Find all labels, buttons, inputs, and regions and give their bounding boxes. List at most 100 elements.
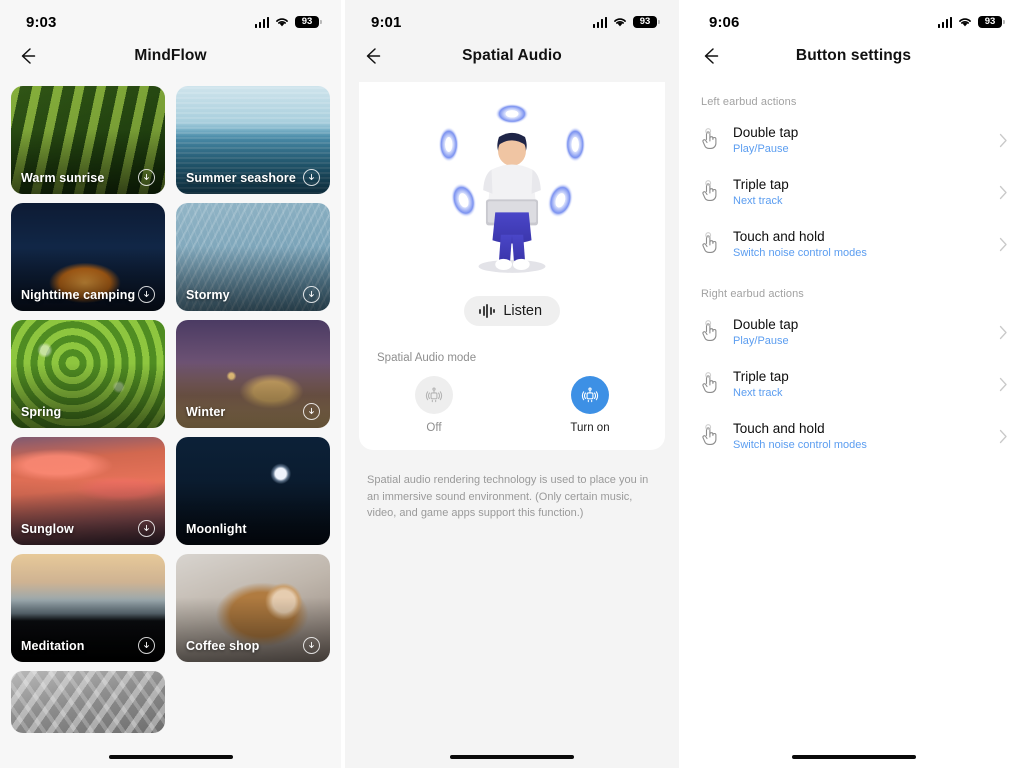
status-bar: 9:01 93 — [345, 0, 679, 34]
tile-label: Winter — [186, 405, 226, 419]
chevron-right-icon[interactable] — [999, 377, 1008, 392]
spatial-audio-on-icon — [571, 376, 609, 414]
download-icon[interactable] — [138, 169, 155, 186]
status-indicators: 93 — [592, 15, 660, 29]
row-value: Switch noise control modes — [733, 247, 867, 259]
earbud-action-row[interactable]: Touch and hold Switch noise control modes — [683, 410, 1024, 462]
screen-button-settings: 9:06 93 Button settings Left earbud acti… — [683, 0, 1024, 768]
row-text: Triple tap Next track — [733, 369, 987, 399]
sound-tile[interactable]: Sunglow — [11, 437, 165, 545]
row-title: Triple tap — [733, 177, 789, 192]
screen-mindflow: 9:03 93 MindFlow Warm sunrise Summer seas… — [0, 0, 341, 768]
home-indicator — [791, 755, 916, 759]
row-title: Double tap — [733, 125, 799, 140]
earbud-settings-list: Left earbud actions Double tap Play/Pause T… — [683, 78, 1024, 462]
nav-bar: Button settings — [683, 34, 1024, 78]
listen-button[interactable]: Listen — [463, 296, 561, 326]
chevron-right-icon[interactable] — [999, 325, 1008, 340]
earbud-action-row[interactable]: Double tap Play/Pause — [683, 114, 1024, 166]
sound-tile[interactable]: Nighttime camping — [11, 203, 165, 311]
section-heading: Left earbud actions — [701, 96, 797, 108]
download-icon[interactable] — [303, 637, 320, 654]
status-indicators: 93 — [937, 15, 1005, 29]
status-clock: 9:06 — [709, 13, 740, 31]
row-text: Double tap Play/Pause — [733, 317, 987, 347]
back-arrow-icon[interactable] — [361, 45, 383, 67]
tile-label: Moonlight — [186, 522, 247, 536]
earbud-action-row[interactable]: Double tap Play/Pause — [683, 306, 1024, 358]
row-text: Touch and hold Switch noise control modes — [733, 421, 987, 451]
chevron-right-icon[interactable] — [999, 185, 1008, 200]
row-text: Triple tap Next track — [733, 177, 987, 207]
spatial-audio-mode-options: Off Turn on — [359, 364, 665, 434]
sound-tile[interactable]: Coffee shop — [176, 554, 330, 662]
row-text: Touch and hold Switch noise control modes — [733, 229, 987, 259]
touch-hold-gesture-icon — [699, 423, 721, 449]
download-icon[interactable] — [303, 286, 320, 303]
tap-gesture-icon — [699, 127, 721, 153]
triple-tap-gesture-icon — [699, 179, 721, 205]
spatial-audio-mode-label: Spatial Audio mode — [377, 352, 477, 364]
download-icon[interactable] — [303, 403, 320, 420]
chevron-right-icon[interactable] — [999, 429, 1008, 444]
tile-label: Nighttime camping — [21, 288, 136, 302]
sound-tile-grid: Warm sunrise Summer seashore Nighttime cam… — [0, 78, 341, 733]
sound-tile[interactable]: Winter — [176, 320, 330, 428]
row-value: Switch noise control modes — [733, 439, 867, 451]
sound-tile[interactable]: Stormy — [176, 203, 330, 311]
sound-tile[interactable] — [11, 671, 165, 733]
row-value: Next track — [733, 387, 783, 399]
back-arrow-icon[interactable] — [699, 45, 721, 67]
download-icon[interactable] — [138, 520, 155, 537]
sound-tile[interactable]: Summer seashore — [176, 86, 330, 194]
spatial-audio-off-option[interactable]: Off — [399, 376, 469, 434]
touch-hold-gesture-icon — [699, 231, 721, 257]
status-indicators: 93 — [254, 15, 322, 29]
page-title: MindFlow — [134, 47, 207, 64]
wifi-icon — [614, 18, 626, 27]
row-title: Double tap — [733, 317, 799, 332]
spatial-audio-turn-on-option[interactable]: Turn on — [555, 376, 625, 434]
waveform-icon — [478, 304, 496, 318]
download-icon[interactable] — [303, 169, 320, 186]
sound-tile[interactable]: Spring — [11, 320, 165, 428]
wifi-icon — [959, 18, 971, 27]
tile-label: Coffee shop — [186, 639, 260, 653]
tile-label: Stormy — [186, 288, 230, 302]
phone-screenshots-row: 9:03 93 MindFlow Warm sunrise Summer seas… — [0, 0, 1024, 768]
back-arrow-icon[interactable] — [16, 45, 38, 67]
download-icon[interactable] — [138, 286, 155, 303]
status-clock: 9:01 — [371, 13, 402, 31]
listen-button-label: Listen — [503, 303, 543, 319]
cellular-bars-icon — [254, 16, 269, 28]
sound-tile[interactable]: Moonlight — [176, 437, 330, 545]
chevron-right-icon[interactable] — [999, 237, 1008, 252]
tile-artwork — [11, 671, 165, 733]
sound-tile[interactable]: Meditation — [11, 554, 165, 662]
spatial-audio-off-caption: Off — [426, 422, 442, 434]
tap-gesture-icon — [699, 319, 721, 345]
cellular-bars-icon — [592, 16, 607, 28]
nav-bar: Spatial Audio — [345, 34, 679, 78]
row-title: Triple tap — [733, 369, 789, 384]
tile-label: Meditation — [21, 639, 85, 653]
chevron-right-icon[interactable] — [999, 133, 1008, 148]
download-icon[interactable] — [138, 637, 155, 654]
section-heading: Right earbud actions — [701, 288, 804, 300]
nav-bar: MindFlow — [0, 34, 341, 78]
status-bar: 9:03 93 — [0, 0, 341, 34]
status-clock: 9:03 — [26, 13, 57, 31]
listen-button-row: Listen — [359, 296, 665, 326]
row-title: Touch and hold — [733, 229, 825, 244]
earbud-action-row[interactable]: Triple tap Next track — [683, 358, 1024, 410]
row-value: Play/Pause — [733, 143, 789, 155]
page-title: Button settings — [795, 47, 912, 64]
earbud-action-row[interactable]: Touch and hold Switch noise control modes — [683, 218, 1024, 270]
spatial-audio-description: Spatial audio rendering technology is us… — [367, 474, 649, 520]
tile-label: Sunglow — [21, 522, 74, 536]
triple-tap-gesture-icon — [699, 371, 721, 397]
earbud-action-row[interactable]: Triple tap Next track — [683, 166, 1024, 218]
sound-tile[interactable]: Warm sunrise — [11, 86, 165, 194]
screen-spatial-audio: 9:01 93 Spatial Audio Listen Spatial Aud… — [345, 0, 679, 768]
row-title: Touch and hold — [733, 421, 825, 436]
